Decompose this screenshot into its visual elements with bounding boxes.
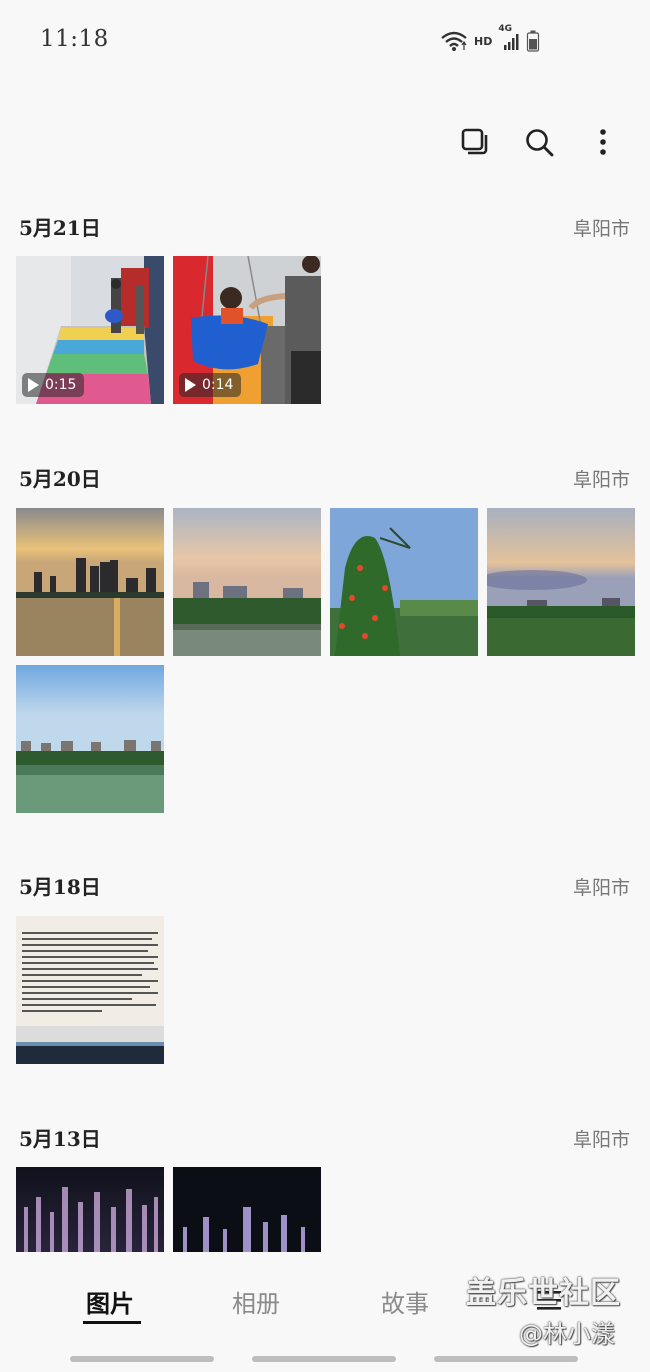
play-icon	[185, 378, 196, 392]
photo-thumbnail[interactable]	[16, 916, 164, 1064]
photo-image	[173, 508, 321, 656]
gallery-screen: 11:18 HD 4G 5月21日 阜阳市 0:15 0:14 5月20日 阜阳…	[0, 0, 650, 1372]
video-thumbnail[interactable]: 0:14	[173, 256, 321, 404]
gesture-bar-center[interactable]	[252, 1356, 396, 1362]
photo-thumbnail[interactable]	[487, 508, 635, 656]
photo-thumbnail[interactable]	[16, 665, 164, 813]
photo-image	[16, 508, 164, 656]
video-duration-badge: 0:14	[179, 373, 242, 397]
tab-pictures[interactable]: 图片	[86, 1284, 134, 1319]
menu-icon[interactable]	[535, 1286, 563, 1314]
gesture-bar-right[interactable]	[434, 1356, 578, 1362]
thumbnail-grid: 0:15 0:14	[16, 256, 635, 404]
gesture-bar-left[interactable]	[70, 1356, 214, 1362]
photo-image	[487, 508, 635, 656]
photo-image	[330, 508, 478, 656]
section-date: 5月18日	[19, 875, 101, 899]
search-button[interactable]	[522, 124, 556, 164]
tab-albums[interactable]: 相册	[232, 1284, 280, 1319]
search-icon	[524, 127, 554, 161]
photo-thumbnail[interactable]	[16, 508, 164, 656]
section-location[interactable]: 阜阳市	[573, 465, 630, 492]
section-location[interactable]: 阜阳市	[573, 1125, 630, 1152]
video-duration-badge: 0:15	[22, 373, 85, 397]
battery-icon	[526, 30, 540, 52]
status-bar: 11:18 HD 4G	[0, 0, 650, 80]
thumbnail-grid	[16, 508, 635, 813]
section-date: 5月21日	[19, 216, 101, 240]
photo-thumbnail[interactable]	[173, 508, 321, 656]
thumbnail-grid	[16, 916, 635, 1064]
section-date: 5月13日	[19, 1127, 101, 1151]
signal-icon: 4G	[498, 24, 520, 52]
section-date: 5月20日	[19, 467, 101, 491]
select-button[interactable]	[458, 124, 492, 164]
active-tab-indicator	[83, 1321, 141, 1324]
photo-image	[16, 665, 164, 813]
wifi-icon	[440, 30, 468, 52]
section-location[interactable]: 阜阳市	[573, 214, 630, 241]
more-options-button[interactable]	[586, 124, 620, 164]
status-icons: HD 4G	[440, 24, 540, 54]
photo-thumbnail[interactable]	[330, 508, 478, 656]
video-duration: 0:15	[45, 377, 77, 393]
play-icon	[28, 378, 39, 392]
photo-image	[16, 916, 164, 1064]
section-location[interactable]: 阜阳市	[573, 873, 630, 900]
more-icon	[599, 127, 607, 161]
network-type: 4G	[498, 24, 512, 34]
top-toolbar	[458, 124, 620, 164]
hd-indicator: HD	[474, 34, 493, 48]
video-duration: 0:14	[202, 377, 234, 393]
select-icon	[460, 127, 490, 161]
tab-stories[interactable]: 故事	[381, 1284, 429, 1319]
video-thumbnail[interactable]: 0:15	[16, 256, 164, 404]
status-time: 11:18	[40, 26, 109, 52]
